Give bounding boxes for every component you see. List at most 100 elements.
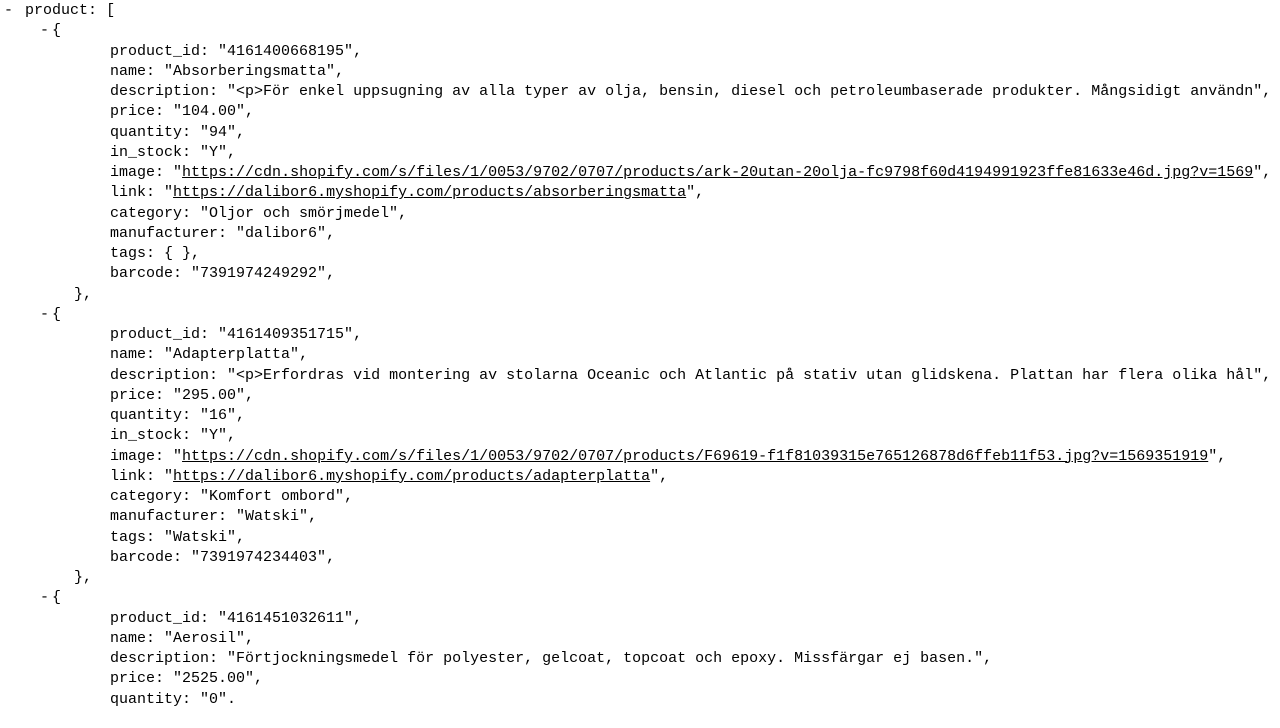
- link-link[interactable]: https://dalibor6.myshopify.com/products/…: [173, 184, 686, 201]
- colon: :: [146, 245, 164, 262]
- colon: :: [155, 670, 173, 687]
- close-quote: ": [1208, 448, 1217, 465]
- field-key: link: [110, 184, 146, 201]
- comma: ,: [398, 205, 407, 222]
- field-key: quantity: [110, 407, 182, 424]
- field-value: "<p>Erfordras vid montering av stolarna …: [227, 367, 1262, 384]
- field-key: description: [110, 83, 209, 100]
- field-key: product_id: [110, 326, 200, 343]
- field-row-image: image: "https://cdn.shopify.com/s/files/…: [0, 163, 1280, 183]
- field-row-quantity: quantity: "94",: [0, 123, 1280, 143]
- field-key: manufacturer: [110, 225, 218, 242]
- comma: ,: [695, 184, 704, 201]
- colon: :: [146, 529, 164, 546]
- object-close: },: [0, 568, 1280, 588]
- colon: :: [200, 43, 218, 60]
- comma: ,: [1262, 367, 1271, 384]
- field-row-link: link: "https://dalibor6.myshopify.com/pr…: [0, 183, 1280, 203]
- colon: :: [173, 549, 191, 566]
- field-row-product_id: product_id: "4161400668195",: [0, 42, 1280, 62]
- colon: :: [200, 326, 218, 343]
- collapse-toggle[interactable]: -: [40, 305, 52, 325]
- collapse-toggle[interactable]: -: [40, 21, 52, 41]
- field-row-name: name: "Aerosil",: [0, 629, 1280, 649]
- field-key: product_id: [110, 43, 200, 60]
- colon: :: [146, 468, 164, 485]
- colon: :: [218, 225, 236, 242]
- field-key: in_stock: [110, 427, 182, 444]
- colon: :: [182, 691, 200, 708]
- field-row-manufacturer: manufacturer: "Watski",: [0, 507, 1280, 527]
- colon: :: [173, 265, 191, 282]
- products-container: -{product_id: "4161400668195",name: "Abs…: [0, 21, 1280, 710]
- image-link[interactable]: https://cdn.shopify.com/s/files/1/0053/9…: [182, 448, 1208, 465]
- field-key: image: [110, 448, 155, 465]
- close-brace: },: [74, 569, 92, 586]
- open-brace: {: [52, 22, 61, 39]
- colon: :: [182, 488, 200, 505]
- collapse-toggle[interactable]: -: [4, 1, 16, 21]
- field-value: "Oljor och smörjmedel": [200, 205, 398, 222]
- object-open: -{: [0, 21, 1280, 41]
- open-quote: ": [173, 164, 182, 181]
- comma: ,: [245, 103, 254, 120]
- object-open: -{: [0, 588, 1280, 608]
- field-key: name: [110, 63, 146, 80]
- field-value: "2525.00": [173, 670, 254, 687]
- colon: :: [146, 346, 164, 363]
- field-key: name: [110, 346, 146, 363]
- colon: :: [155, 387, 173, 404]
- comma: ,: [353, 610, 362, 627]
- field-key: category: [110, 488, 182, 505]
- colon: :: [209, 83, 227, 100]
- comma: ,: [1217, 448, 1226, 465]
- field-row-image: image: "https://cdn.shopify.com/s/files/…: [0, 447, 1280, 467]
- field-row-quantity: quantity: "16",: [0, 406, 1280, 426]
- field-value: "Aerosil": [164, 630, 245, 647]
- object-open: -{: [0, 305, 1280, 325]
- field-value: "Y": [200, 144, 227, 161]
- field-key: price: [110, 387, 155, 404]
- field-key: price: [110, 670, 155, 687]
- field-key: product_id: [110, 610, 200, 627]
- field-key: tags: [110, 529, 146, 546]
- field-row-name: name: "Adapterplatta",: [0, 345, 1280, 365]
- comma: ,: [236, 124, 245, 141]
- field-value: "Förtjockningsmedel för polyester, gelco…: [227, 650, 983, 667]
- image-link[interactable]: https://cdn.shopify.com/s/files/1/0053/9…: [182, 164, 1253, 181]
- comma: ,: [353, 43, 362, 60]
- field-row-tags: tags: "Watski",: [0, 528, 1280, 548]
- collapse-toggle[interactable]: -: [40, 588, 52, 608]
- comma: ,: [1262, 83, 1271, 100]
- field-key: price: [110, 103, 155, 120]
- colon: :: [209, 367, 227, 384]
- field-key: tags: [110, 245, 146, 262]
- field-key: in_stock: [110, 144, 182, 161]
- colon: :: [146, 184, 164, 201]
- colon: :: [146, 63, 164, 80]
- field-value: { }: [164, 245, 191, 262]
- close-quote: ": [1253, 164, 1262, 181]
- colon: :: [182, 427, 200, 444]
- field-row-price: price: "104.00",: [0, 102, 1280, 122]
- field-value: "dalibor6": [236, 225, 326, 242]
- field-key: link: [110, 468, 146, 485]
- comma: ,: [236, 407, 245, 424]
- comma: ,: [299, 346, 308, 363]
- close-brace: },: [74, 286, 92, 303]
- field-row-price: price: "295.00",: [0, 386, 1280, 406]
- open-quote: ": [164, 468, 173, 485]
- comma: ,: [308, 508, 317, 525]
- field-row-tags: tags: { },: [0, 244, 1280, 264]
- field-row-product_id: product_id: "4161451032611",: [0, 609, 1280, 629]
- field-row-category: category: "Oljor och smörjmedel",: [0, 204, 1280, 224]
- link-link[interactable]: https://dalibor6.myshopify.com/products/…: [173, 468, 650, 485]
- comma: ,: [326, 265, 335, 282]
- field-key: quantity: [110, 124, 182, 141]
- field-row-category: category: "Komfort ombord",: [0, 487, 1280, 507]
- comma: ,: [344, 488, 353, 505]
- field-value: "16": [200, 407, 236, 424]
- colon: :: [88, 2, 97, 19]
- field-value: "94": [200, 124, 236, 141]
- colon: :: [182, 407, 200, 424]
